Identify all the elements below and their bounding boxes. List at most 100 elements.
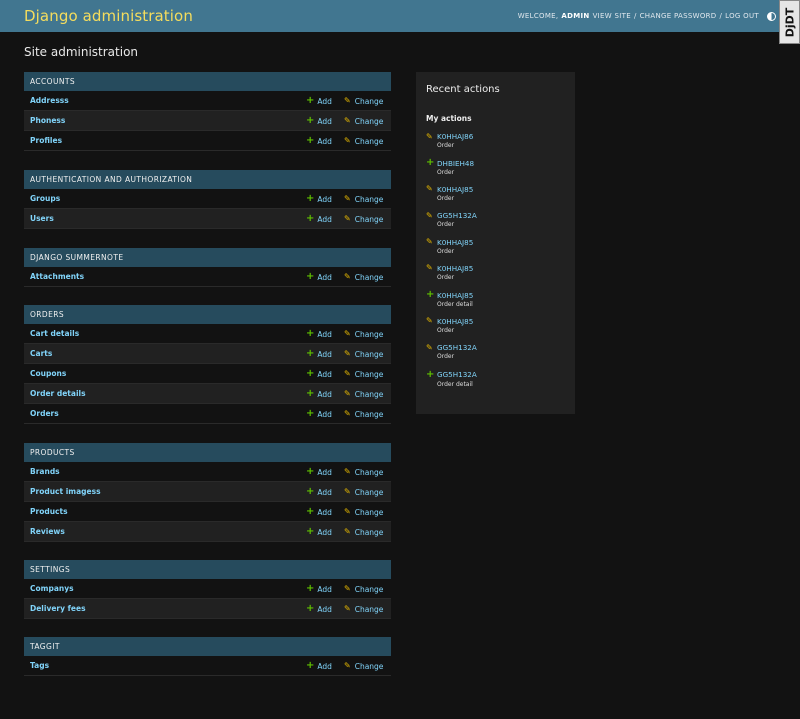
action-object-link[interactable]: K0HHAJ85 [437,185,473,194]
model-link[interactable]: Companys [30,584,74,593]
change-link[interactable]: ✎ Change [344,599,383,619]
change-link[interactable]: ✎ Change [344,462,383,482]
add-link[interactable]: + Add [306,656,332,676]
model-link[interactable]: Tags [30,661,49,670]
module-caption[interactable]: ORDERS [24,305,391,324]
action-object-link[interactable]: K0HHAJ85 [437,264,473,273]
action-object-link[interactable]: K0HHAJ85 [437,291,473,300]
action-object-link[interactable]: GG5H132A [437,343,477,352]
action-content-type: Order [437,273,455,281]
add-link[interactable]: + Add [306,111,332,131]
model-link[interactable]: Carts [30,349,52,358]
add-link[interactable]: + Add [306,384,332,404]
model-link[interactable]: Brands [30,467,60,476]
site-branding[interactable]: Django administration [24,7,193,25]
plus-icon: + [306,408,315,419]
debug-toolbar-handle[interactable]: DjDT [779,0,800,44]
model-row: Cart details + Add ✎ Change [24,324,391,344]
view-site-link[interactable]: VIEW SITE [593,12,631,20]
add-link[interactable]: + Add [306,324,332,344]
pencil-icon: ✎ [426,210,433,220]
action-object-link[interactable]: K0HHAJ85 [437,238,473,247]
my-actions-heading: My actions [426,114,472,123]
module-caption[interactable]: PRODUCTS [24,443,391,462]
action-object-link[interactable]: K0HHAJ86 [437,132,473,141]
model-link[interactable]: Profiles [30,136,62,145]
add-link[interactable]: + Add [306,502,332,522]
add-link[interactable]: + Add [306,404,332,424]
pencil-icon: ✎ [344,507,351,516]
change-link[interactable]: ✎ Change [344,344,383,364]
change-link[interactable]: ✎ Change [344,111,383,131]
pencil-icon: ✎ [344,584,351,593]
add-link[interactable]: + Add [306,462,332,482]
add-link[interactable]: + Add [306,599,332,619]
action-item: + K0HHAJ85 Order detail [426,290,565,316]
add-link[interactable]: + Add [306,209,332,229]
add-link[interactable]: + Add [306,131,332,151]
model-link[interactable]: Cart details [30,329,79,338]
model-link[interactable]: Products [30,507,68,516]
module-caption[interactable]: AUTHENTICATION AND AUTHORIZATION [24,170,391,189]
change-link[interactable]: ✎ Change [344,91,383,111]
change-link[interactable]: ✎ Change [344,482,383,502]
action-object-link[interactable]: GG5H132A [437,211,477,220]
change-link[interactable]: ✎ Change [344,502,383,522]
add-label: Add [317,369,332,379]
action-content-type: Order [437,169,455,177]
module-caption[interactable]: DJANGO SUMMERNOTE [24,248,391,267]
model-link[interactable]: Users [30,214,54,223]
action-object-link[interactable]: DHBIEH48 [437,159,474,168]
change-link[interactable]: ✎ Change [344,579,383,599]
model-link[interactable]: Attachments [30,272,84,281]
change-link[interactable]: ✎ Change [344,656,383,676]
action-object-link[interactable]: GG5H132A [437,370,477,379]
log-out-link[interactable]: LOG OUT [725,12,759,20]
model-link[interactable]: Orders [30,409,59,418]
change-password-link[interactable]: CHANGE PASSWORD [640,12,717,20]
add-link[interactable]: + Add [306,482,332,502]
change-link[interactable]: ✎ Change [344,384,383,404]
action-content-type: Order detail [437,301,473,309]
change-link[interactable]: ✎ Change [344,189,383,209]
model-link[interactable]: Phoness [30,116,65,125]
add-link[interactable]: + Add [306,364,332,384]
app-module: PRODUCTS Brands + Add ✎ Change Product imagess… [24,443,391,542]
pencil-icon: ✎ [344,369,351,378]
plus-icon: + [306,603,315,614]
add-label: Add [317,661,332,671]
plus-icon: + [426,157,435,169]
theme-toggle-icon[interactable] [767,11,776,21]
module-caption[interactable]: ACCOUNTS [24,72,391,91]
change-link[interactable]: ✎ Change [344,131,383,151]
action-item: + GG5H132A Order detail [426,369,565,396]
add-link[interactable]: + Add [306,579,332,599]
add-link[interactable]: + Add [306,91,332,111]
change-link[interactable]: ✎ Change [344,404,383,424]
add-label: Add [317,389,332,399]
add-link[interactable]: + Add [306,344,332,364]
add-link[interactable]: + Add [306,189,332,209]
module-caption[interactable]: SETTINGS [24,560,391,579]
model-link[interactable]: Reviews [30,527,65,536]
action-object-link[interactable]: K0HHAJ85 [437,317,473,326]
model-link[interactable]: Groups [30,194,60,203]
model-link[interactable]: Order details [30,389,86,398]
model-link[interactable]: Product imagess [30,487,101,496]
model-link[interactable]: Addresss [30,96,69,105]
change-link[interactable]: ✎ Change [344,364,383,384]
model-link[interactable]: Coupons [30,369,66,378]
change-link[interactable]: ✎ Change [344,324,383,344]
pencil-icon: ✎ [426,131,433,141]
plus-icon: + [306,271,315,282]
model-row: Carts + Add ✎ Change [24,344,391,364]
change-link[interactable]: ✎ Change [344,209,383,229]
model-link[interactable]: Delivery fees [30,604,86,613]
change-link[interactable]: ✎ Change [344,267,383,287]
add-link[interactable]: + Add [306,522,332,542]
add-link[interactable]: + Add [306,267,332,287]
module-caption[interactable]: TAGGIT [24,637,391,656]
pencil-icon: ✎ [344,329,351,338]
change-link[interactable]: ✎ Change [344,522,383,542]
app-module: SETTINGS Companys + Add ✎ Change Delivery fees… [24,560,391,619]
